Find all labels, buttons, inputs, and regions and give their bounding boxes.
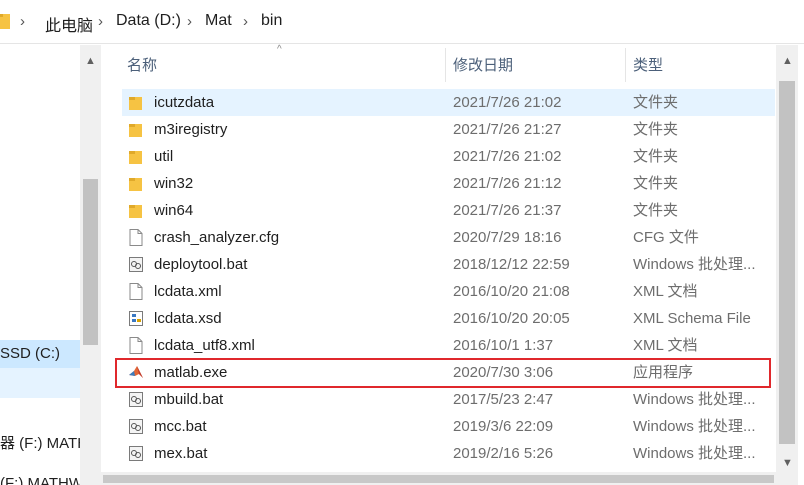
file-row[interactable]: lcdata_utf8.xml 2016/10/1 1:37 XML 文档 [122,332,775,359]
file-date: 2021/7/26 21:27 [453,121,562,138]
folder-icon [128,121,144,138]
folder-icon [0,14,10,29]
file-name: crash_analyzer.cfg [154,229,280,246]
column-divider[interactable] [625,48,626,82]
folder-icon [128,94,144,111]
folder-icon [128,202,144,219]
file-type: Windows 批处理... [633,256,756,273]
file-name: win32 [154,175,194,192]
file-date: 2021/7/26 21:12 [453,175,562,192]
horizontal-scrollbar[interactable] [101,472,776,485]
file-type: Windows 批处理... [633,391,756,408]
chevron-right-icon: › [243,13,248,30]
file-date: 2018/12/12 22:59 [453,256,570,273]
file-type: XML Schema File [633,310,751,327]
file-name: lcdata.xsd [154,310,222,327]
batch-file-icon [128,418,144,435]
address-bar[interactable]: › 此电脑 › Data (D:) › Mat › bin [0,0,804,44]
column-header-name[interactable]: 名称 [127,45,444,87]
scroll-up-icon[interactable]: ▲ [85,55,96,67]
batch-file-icon [128,391,144,408]
file-row[interactable]: deploytool.bat 2018/12/12 22:59 Windows 批处… [122,251,775,278]
file-row[interactable]: lcdata.xml 2016/10/20 21:08 XML 文档 [122,278,775,305]
file-name: m3iregistry [154,121,228,138]
file-icon [128,283,144,300]
nav-scrollbar-thumb[interactable] [83,179,98,345]
file-name: win64 [154,202,194,219]
column-header-date[interactable]: 修改日期 [453,45,623,87]
file-type: 文件夹 [633,94,679,111]
xsd-file-icon [128,310,144,327]
scroll-down-icon[interactable]: ▼ [782,457,793,469]
column-divider[interactable] [445,48,446,82]
file-row[interactable]: icutzdata 2021/7/26 21:02 文件夹 [122,89,775,116]
batch-file-icon [128,256,144,273]
file-name: util [154,148,174,165]
file-date: 2021/7/26 21:37 [453,202,562,219]
file-date: 2016/10/1 1:37 [453,337,554,354]
file-type: CFG 文件 [633,229,699,246]
chevron-right-icon: › [20,13,25,30]
file-date: 2017/5/23 2:47 [453,391,554,408]
file-type: XML 文档 [633,337,698,354]
file-type: 文件夹 [633,121,679,138]
breadcrumb-this-pc[interactable]: 此电脑 [45,12,93,36]
file-row[interactable]: win64 2021/7/26 21:37 文件夹 [122,197,775,224]
file-name: mex.bat [154,445,208,462]
batch-file-icon [128,445,144,462]
file-type: 文件夹 [633,175,679,192]
file-date: 2016/10/20 20:05 [453,310,570,327]
file-date: 2019/2/16 5:26 [453,445,554,462]
file-date: 2021/7/26 21:02 [453,148,562,165]
horizontal-scrollbar-thumb[interactable] [103,475,774,483]
folder-icon [128,175,144,192]
file-row[interactable]: mcc.bat 2019/3/6 22:09 Windows 批处理... [122,413,775,440]
file-name: deploytool.bat [154,256,248,273]
highlight-box [115,358,771,388]
chevron-right-icon: › [98,13,103,30]
file-row[interactable]: mbuild.bat 2017/5/23 2:47 Windows 批处理... [122,386,775,413]
nav-scrollbar[interactable]: ▲ [80,45,101,485]
file-name: lcdata_utf8.xml [154,337,255,354]
file-type: XML 文档 [633,283,698,300]
file-date: 2020/7/29 18:16 [453,229,562,246]
file-name: lcdata.xml [154,283,222,300]
file-icon [128,229,144,246]
file-list-scrollbar[interactable]: ▲ ▼ [776,45,798,485]
file-type: 文件夹 [633,148,679,165]
file-row[interactable]: util 2021/7/26 21:02 文件夹 [122,143,775,170]
file-type: 文件夹 [633,202,679,219]
nav-item-f-math[interactable]: 器 (F:) MATH [0,430,80,458]
breadcrumb-data-drive[interactable]: Data (D:) [116,12,181,30]
scroll-up-icon[interactable]: ▲ [782,55,793,67]
nav-item-f-mathw[interactable]: (F:) MATHW [0,470,80,485]
file-row[interactable]: mex.bat 2019/2/16 5:26 Windows 批处理... [122,440,775,467]
nav-item-ssd-c[interactable]: SSD (C:) [0,340,80,368]
file-type: Windows 批处理... [633,445,756,462]
file-row[interactable]: lcdata.xsd 2016/10/20 20:05 XML Schema Fil… [122,305,775,332]
breadcrumb-mat[interactable]: Mat [205,12,232,30]
file-row[interactable]: win32 2021/7/26 21:12 文件夹 [122,170,775,197]
column-header-type[interactable]: 类型 [633,45,773,87]
file-row[interactable]: crash_analyzer.cfg 2020/7/29 18:16 CFG 文件 [122,224,775,251]
file-list-scrollbar-thumb[interactable] [779,81,795,444]
file-date: 2016/10/20 21:08 [453,283,570,300]
nav-item-blank[interactable] [0,368,80,398]
file-name: icutzdata [154,94,215,111]
file-name: mcc.bat [154,418,207,435]
file-name: mbuild.bat [154,391,224,408]
breadcrumb-bin[interactable]: bin [261,12,282,30]
folder-icon [128,148,144,165]
file-row[interactable]: m3iregistry 2021/7/26 21:27 文件夹 [122,116,775,143]
file-icon [128,337,144,354]
file-type: Windows 批处理... [633,418,756,435]
file-date: 2019/3/6 22:09 [453,418,554,435]
chevron-right-icon: › [187,13,192,30]
file-date: 2021/7/26 21:02 [453,94,562,111]
